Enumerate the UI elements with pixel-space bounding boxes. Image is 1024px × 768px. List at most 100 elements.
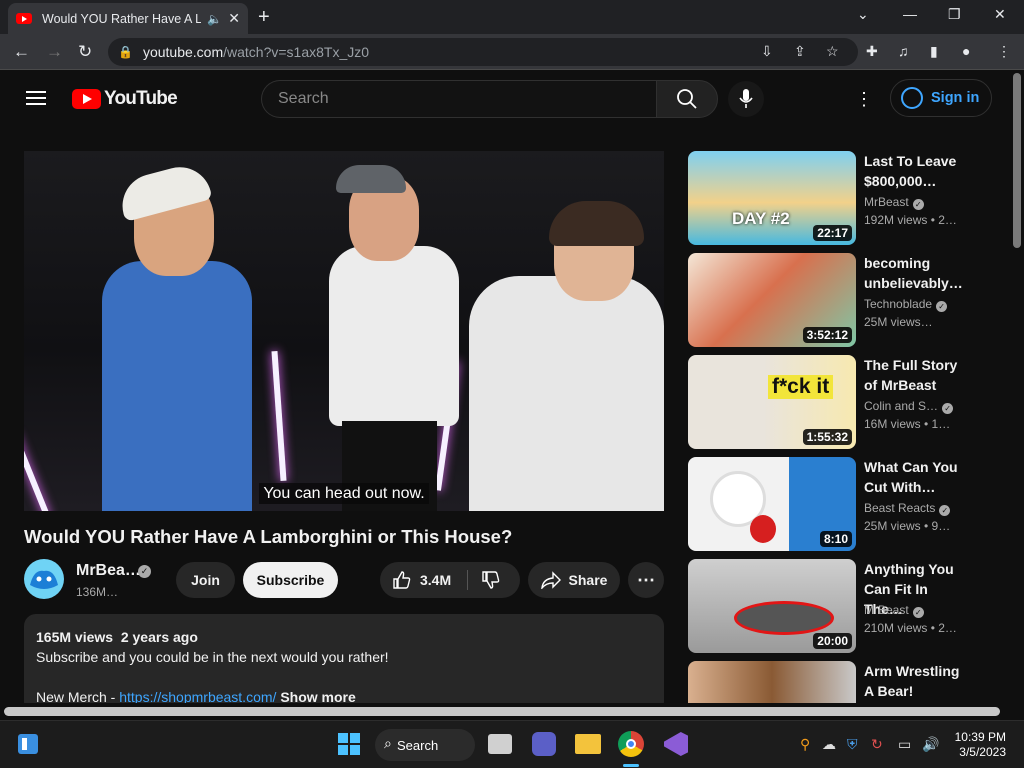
tab-title: Would YOU Rather Have A La bbox=[42, 11, 202, 26]
thumbs-up-icon[interactable] bbox=[392, 570, 412, 590]
visual-studio-icon[interactable] bbox=[664, 732, 688, 756]
account-circle-icon bbox=[901, 87, 923, 109]
video-title: Would YOU Rather Have A Lamborghini or T… bbox=[24, 526, 513, 547]
clock-date: 3/5/2023 bbox=[959, 745, 1006, 759]
video-person-right-hair bbox=[549, 201, 644, 246]
video-thumbnail[interactable] bbox=[688, 661, 856, 703]
scrollbar-thumb[interactable] bbox=[1013, 73, 1021, 248]
forward-icon[interactable]: → bbox=[46, 42, 63, 62]
restore-icon[interactable]: ❐ bbox=[948, 6, 961, 23]
chat-icon[interactable] bbox=[532, 732, 556, 756]
speaker-icon[interactable]: 🔈 bbox=[207, 12, 222, 26]
display-icon[interactable]: ▭ bbox=[898, 736, 911, 753]
recommendation-title[interactable]: The Full Story of MrBeast bbox=[864, 355, 964, 395]
view-count: 165M views bbox=[36, 629, 114, 645]
like-dislike-group: 3.4M bbox=[380, 562, 520, 598]
bookmark-star-icon[interactable]: ☆ bbox=[826, 43, 839, 60]
cloud-icon[interactable]: ☁ bbox=[822, 736, 836, 753]
close-tab-icon[interactable]: ✕ bbox=[228, 10, 240, 27]
more-actions-button[interactable]: ⋯ bbox=[628, 562, 664, 598]
youtube-favicon-icon bbox=[16, 13, 32, 24]
file-explorer-icon[interactable] bbox=[575, 734, 601, 754]
settings-more-icon[interactable]: ⋮ bbox=[855, 89, 873, 110]
channel-name[interactable]: MrBea… bbox=[76, 562, 141, 580]
video-thumbnail[interactable]: DAY #2 22:17 bbox=[688, 151, 856, 245]
description-box[interactable]: 165M views 2 years ago Subscribe and you… bbox=[24, 614, 664, 714]
extensions-icon[interactable]: ✚ bbox=[866, 43, 878, 60]
search-box bbox=[261, 80, 656, 118]
video-thumbnail[interactable]: f*ck it 1:55:32 bbox=[688, 355, 856, 449]
lock-icon[interactable]: 🔒 bbox=[118, 45, 133, 59]
volume-icon[interactable]: 🔊 bbox=[922, 736, 939, 753]
like-count[interactable]: 3.4M bbox=[420, 572, 451, 588]
recommendation-title[interactable]: becoming unbelievably… bbox=[864, 253, 964, 293]
scrollbar-thumb[interactable] bbox=[4, 707, 1000, 716]
menu-icon[interactable] bbox=[26, 91, 46, 105]
profile-icon[interactable]: ● bbox=[962, 43, 970, 59]
taskbar-clock[interactable]: 10:39 PM 3/5/2023 bbox=[950, 730, 1006, 760]
video-thumbnail[interactable]: 8:10 bbox=[688, 457, 856, 551]
video-duration: 3:52:12 bbox=[802, 327, 852, 343]
thumbnail-overlay-text: f*ck it bbox=[768, 375, 834, 399]
new-tab-icon[interactable]: + bbox=[258, 6, 270, 29]
search-tray-icon[interactable]: ⚲ bbox=[800, 736, 810, 753]
address-bar[interactable]: 🔒 youtube.com/watch?v=s1ax8Tx_Jz0 ⇩ ⇪ ☆ bbox=[108, 38, 858, 66]
url-path: /watch?v=s1ax8Tx_Jz0 bbox=[223, 44, 370, 60]
neon-light bbox=[271, 350, 287, 482]
minimize-icon[interactable]: — bbox=[903, 6, 917, 22]
thumbnail-red-circle bbox=[734, 601, 834, 635]
subscribe-button[interactable]: Subscribe bbox=[243, 562, 338, 598]
share-button[interactable]: Share bbox=[528, 562, 620, 598]
recommendation-channel: MrBeast ✓ bbox=[864, 195, 924, 210]
security-shield-icon[interactable]: ⛨ bbox=[847, 736, 858, 753]
recommendation-title[interactable]: Arm Wrestling A Bear! bbox=[864, 661, 964, 701]
video-player[interactable]: You can head out now. bbox=[24, 151, 664, 511]
search-input[interactable] bbox=[278, 90, 656, 108]
search-button[interactable] bbox=[656, 80, 718, 118]
taskbar-search[interactable]: ⌕ Search bbox=[375, 729, 475, 761]
task-view-icon[interactable] bbox=[488, 734, 512, 754]
thumbs-down-icon[interactable] bbox=[481, 570, 501, 590]
recommendation-item[interactable]: 20:00 Anything You Can Fit In The… MrBea… bbox=[688, 559, 988, 653]
start-icon[interactable] bbox=[337, 732, 361, 756]
recommendation-item[interactable]: 8:10 What Can You Cut With… Beast Reacts… bbox=[688, 457, 988, 551]
join-button[interactable]: Join bbox=[176, 562, 235, 598]
video-person-left bbox=[102, 261, 252, 511]
url-host: youtube.com bbox=[142, 44, 224, 60]
video-thumbnail[interactable]: 3:52:12 bbox=[688, 253, 856, 347]
vertical-scrollbar[interactable] bbox=[1010, 71, 1024, 703]
recommendation-item[interactable]: 3:52:12 becoming unbelievably… Technobla… bbox=[688, 253, 988, 347]
sign-in-button[interactable]: Sign in bbox=[890, 79, 992, 117]
recommendation-title[interactable]: What Can You Cut With… bbox=[864, 457, 964, 497]
share-page-icon[interactable]: ⇪ bbox=[794, 43, 806, 60]
close-window-icon[interactable]: ✕ bbox=[994, 6, 1006, 23]
verified-icon: ✓ bbox=[939, 505, 951, 516]
recommendation-channel: Technoblade ✓ bbox=[864, 297, 948, 312]
recommendation-item[interactable]: DAY #2 22:17 Last To Leave $800,000… MrB… bbox=[688, 151, 988, 245]
tab-search-icon[interactable]: ⌄ bbox=[857, 6, 869, 23]
recommendation-channel: Beast Reacts ✓ bbox=[864, 501, 951, 516]
chrome-icon[interactable] bbox=[618, 731, 644, 757]
youtube-play-icon bbox=[72, 89, 101, 109]
install-icon[interactable]: ⇩ bbox=[761, 43, 773, 60]
update-icon[interactable]: ↻ bbox=[871, 736, 883, 753]
video-thumbnail[interactable]: 20:00 bbox=[688, 559, 856, 653]
recommendation-item[interactable]: f*ck it 1:55:32 The Full Story of MrBeas… bbox=[688, 355, 988, 449]
video-caption: You can head out now. bbox=[24, 483, 664, 504]
side-panel-icon[interactable]: ▮ bbox=[930, 43, 938, 60]
share-icon bbox=[540, 571, 561, 589]
recommendation-title[interactable]: Last To Leave $800,000… bbox=[864, 151, 964, 191]
youtube-logo[interactable]: YouTube bbox=[72, 88, 178, 110]
upload-age: 2 years ago bbox=[120, 629, 198, 645]
widgets-icon[interactable] bbox=[17, 733, 39, 755]
media-controls-icon[interactable]: ♫ bbox=[898, 43, 909, 59]
reload-icon[interactable]: ↻ bbox=[78, 42, 92, 62]
browser-menu-icon[interactable]: ⋮ bbox=[997, 43, 1011, 60]
recommendation-item[interactable]: Arm Wrestling A Bear! bbox=[688, 661, 988, 703]
back-icon[interactable]: ← bbox=[13, 42, 30, 62]
voice-search-button[interactable] bbox=[728, 81, 764, 117]
recommendation-meta: 25M views • 9… bbox=[864, 519, 951, 533]
channel-avatar[interactable] bbox=[24, 559, 64, 599]
horizontal-scrollbar[interactable] bbox=[0, 703, 1010, 719]
browser-tab[interactable]: Would YOU Rather Have A La 🔈 ✕ bbox=[8, 3, 248, 34]
